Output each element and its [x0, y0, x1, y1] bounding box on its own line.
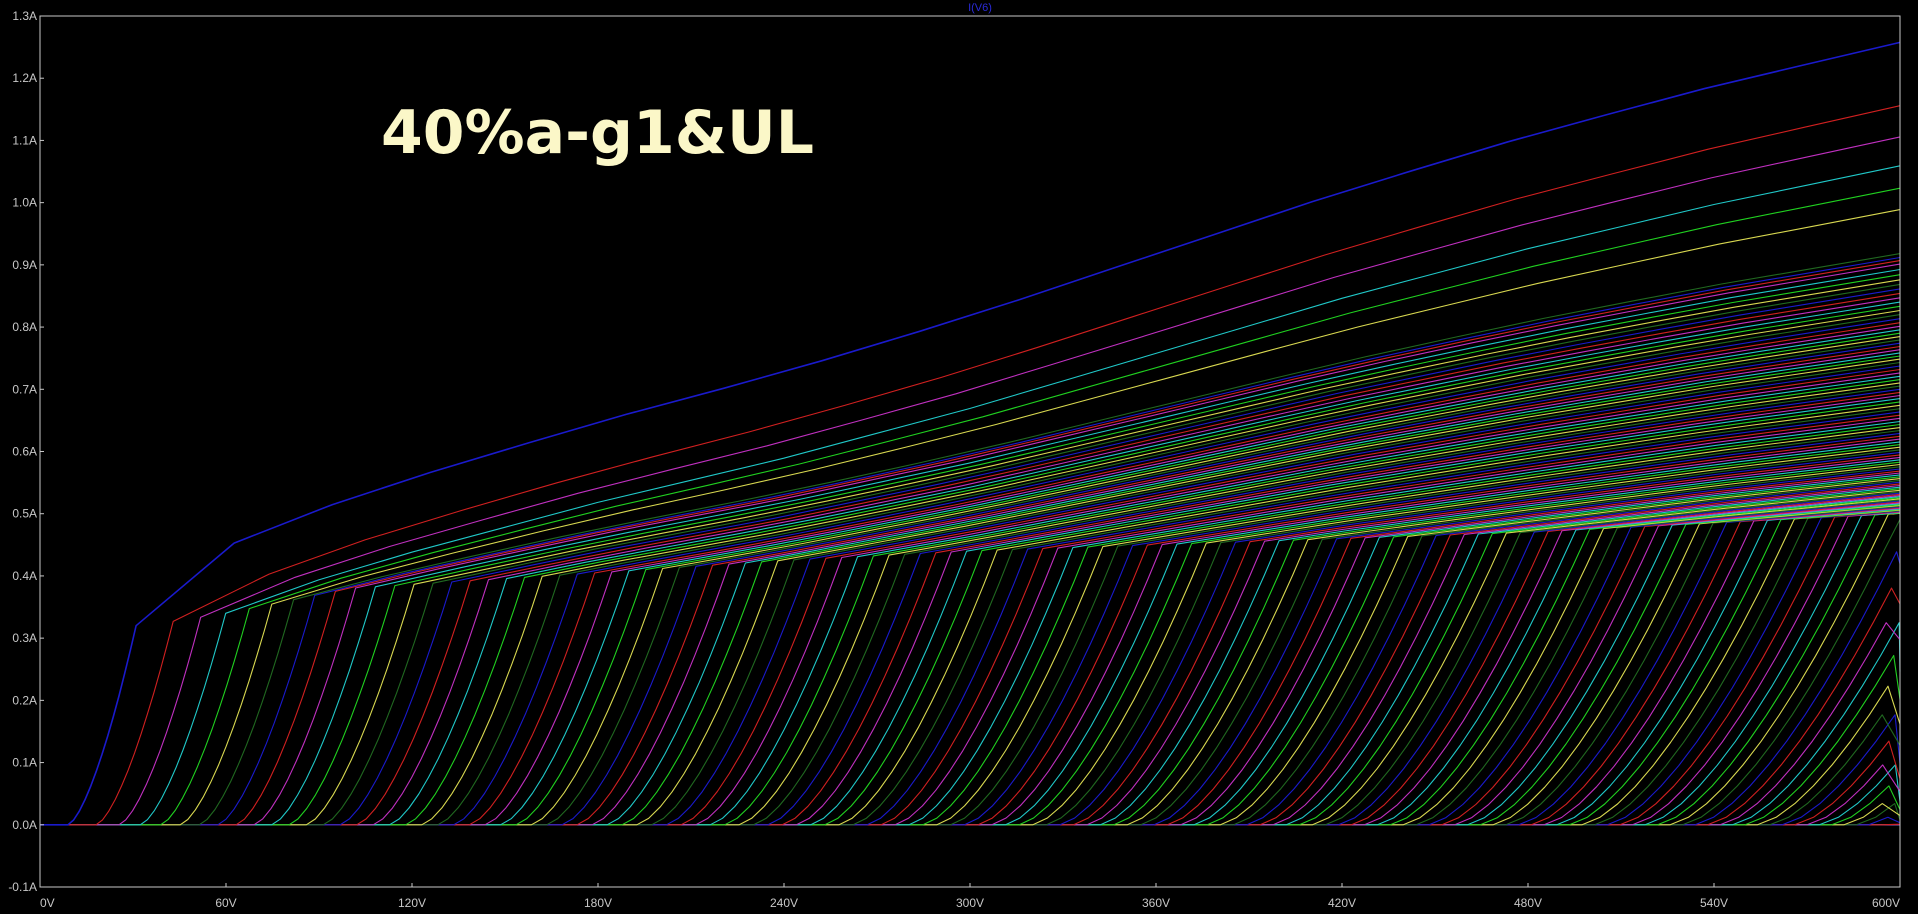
y-tick-label: 0.3A	[12, 631, 37, 645]
y-tick-label: 0.1A	[12, 756, 37, 770]
y-tick-label: 1.0A	[12, 196, 37, 210]
plot-annotation: 40%a-g1&UL	[381, 98, 814, 168]
x-tick-label: 420V	[1328, 896, 1356, 910]
y-tick-label: 0.7A	[12, 382, 37, 396]
y-tick-label: 0.2A	[12, 693, 37, 707]
plot-canvas: 0V 60V 120V 180V 240V 300V 360V 420V 480V 540V 600…	[0, 0, 1918, 914]
y-tick-label: 0.4A	[12, 569, 37, 583]
x-tick-label: 600V	[1872, 896, 1900, 910]
y-tick-label: 0.0A	[12, 818, 37, 832]
y-tick-label: 0.6A	[12, 445, 37, 459]
y-tick-label: -0.1A	[8, 880, 37, 894]
trace-title[interactable]: I(V6)	[968, 2, 992, 14]
x-tick-label: 300V	[956, 896, 984, 910]
x-tick-label: 240V	[770, 896, 798, 910]
y-tick-label: 1.1A	[12, 133, 37, 147]
x-tick-label: 480V	[1514, 896, 1542, 910]
x-tick-label: 60V	[215, 896, 236, 910]
y-tick-label: 0.8A	[12, 320, 37, 334]
x-tick-label: 120V	[398, 896, 426, 910]
y-tick-label: 0.5A	[12, 507, 37, 521]
y-tick-label: 1.3A	[12, 9, 37, 23]
y-tick-label: 0.9A	[12, 258, 37, 272]
y-tick-label: 1.2A	[12, 71, 37, 85]
x-tick-label: 180V	[584, 896, 612, 910]
x-tick-label: 0V	[40, 896, 55, 910]
x-tick-label: 540V	[1700, 896, 1728, 910]
x-tick-label: 360V	[1142, 896, 1170, 910]
